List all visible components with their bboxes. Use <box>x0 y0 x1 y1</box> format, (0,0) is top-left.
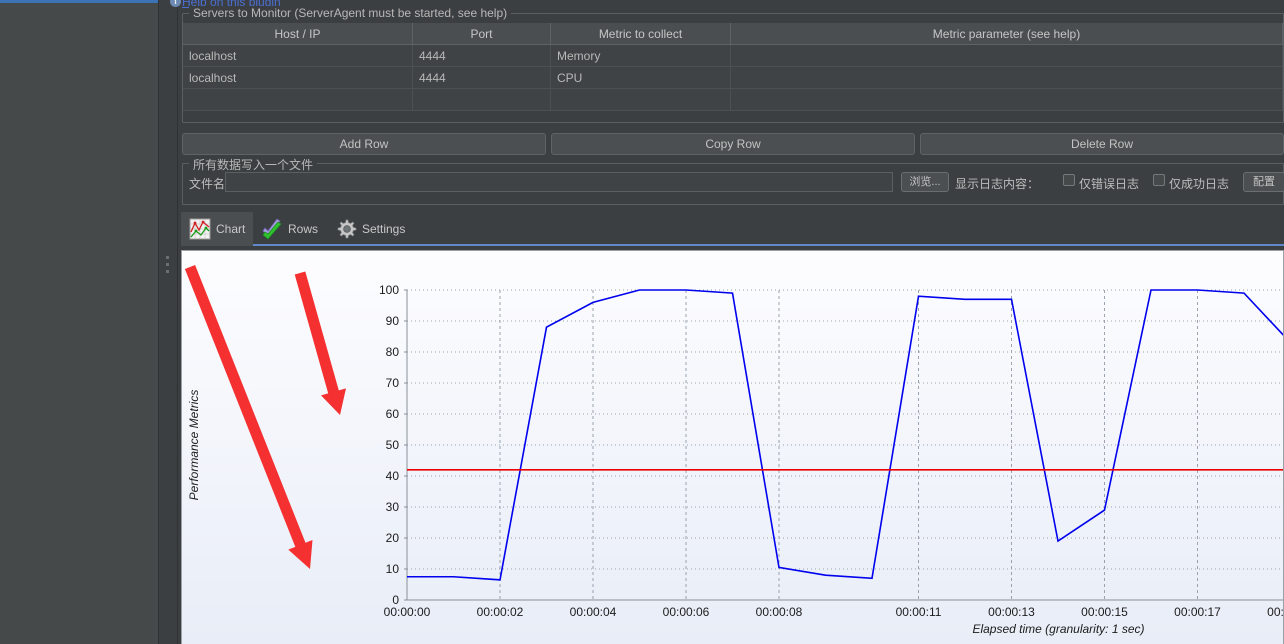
cell-metric[interactable]: CPU <box>551 67 731 89</box>
app-root: i Help on this plugin Servers to Monitor… <box>0 0 1284 644</box>
log-content-label: 显示日志内容： <box>955 177 1040 191</box>
table-row[interactable] <box>183 89 1283 111</box>
tree-content[interactable] <box>0 6 158 644</box>
tab-chart[interactable]: Chart <box>181 212 254 246</box>
cell-host[interactable] <box>183 89 413 111</box>
checkbox-errors-only-label: 仅错误日志 <box>1079 177 1140 191</box>
splitter-grip-icon <box>166 256 170 278</box>
servers-table[interactable]: Host / IP Port Metric to collect Metric … <box>183 23 1283 111</box>
file-group-title: 所有数据写入一个文件 <box>189 156 318 173</box>
chart-panel[interactable]: jmeter-plugins.org localhost CPU localho… <box>181 250 1284 644</box>
add-row-button[interactable]: Add Row <box>182 133 546 155</box>
svg-text:Performance Metrics: Performance Metrics <box>187 390 201 501</box>
servers-group-title: Servers to Monitor (ServerAgent must be … <box>189 6 512 20</box>
plugin-content: i Help on this plugin Servers to Monitor… <box>170 0 1284 644</box>
view-tabs: Chart Rows Settings <box>181 212 1284 246</box>
column-header-host[interactable]: Host / IP <box>183 23 413 45</box>
svg-text:00:00:08: 00:00:08 <box>756 605 803 619</box>
tab-settings-label: Settings <box>362 222 406 236</box>
chart-plot[interactable]: 010203040506070809010000:00:00 00:00:02 00… <box>182 251 1284 644</box>
svg-text:70: 70 <box>386 376 400 390</box>
svg-text:00:00:15: 00:00:15 <box>1081 605 1128 619</box>
cell-port[interactable] <box>413 89 551 111</box>
gear-icon <box>337 219 357 239</box>
svg-text:00:00:04: 00:00:04 <box>570 605 617 619</box>
svg-text:Elapsed time (granularity: 1 s: Elapsed time (granularity: 1 sec) <box>972 622 1144 636</box>
cell-metric-parameter[interactable] <box>731 67 1283 89</box>
cell-host[interactable]: localhost <box>183 67 413 89</box>
svg-text:10: 10 <box>386 562 400 576</box>
cell-host[interactable]: localhost <box>183 45 413 67</box>
cell-metric-parameter[interactable] <box>731 45 1283 67</box>
svg-text:50: 50 <box>386 438 400 452</box>
svg-text:00:00:17: 00:00:17 <box>1174 605 1221 619</box>
servers-to-monitor-group: Servers to Monitor (ServerAgent must be … <box>182 6 1284 123</box>
svg-text:00:00:19: 00:00:19 <box>1267 605 1284 619</box>
table-row[interactable]: localhost 4444 Memory <box>183 45 1283 67</box>
svg-text:100: 100 <box>379 283 399 297</box>
column-header-metric[interactable]: Metric to collect <box>551 23 731 45</box>
svg-text:90: 90 <box>386 314 400 328</box>
write-all-data-group: 所有数据写入一个文件 文件名 浏览... 显示日志内容： 仅错误日志 仅成功日志… <box>182 156 1284 205</box>
table-row[interactable]: localhost 4444 CPU <box>183 67 1283 89</box>
cell-metric[interactable]: Memory <box>551 45 731 67</box>
checkmark-icon <box>262 218 282 240</box>
svg-text:30: 30 <box>386 500 400 514</box>
browse-button[interactable]: 浏览... <box>901 172 949 192</box>
chart-icon <box>189 218 211 240</box>
svg-text:80: 80 <box>386 345 400 359</box>
column-header-metric-parameter[interactable]: Metric parameter (see help) <box>731 23 1283 45</box>
svg-text:00:00:13: 00:00:13 <box>988 605 1035 619</box>
row-actions-toolbar: Add Row Copy Row Delete Row <box>182 133 1284 155</box>
delete-row-button[interactable]: Delete Row <box>920 133 1284 155</box>
checkbox-success-only[interactable] <box>1153 174 1165 186</box>
checkbox-errors-only[interactable] <box>1063 174 1075 186</box>
tab-rows-label: Rows <box>288 222 319 236</box>
servers-table-header: Host / IP Port Metric to collect Metric … <box>183 23 1283 45</box>
tab-rows[interactable]: Rows <box>253 212 326 246</box>
svg-text:00:00:00: 00:00:00 <box>384 605 431 619</box>
svg-text:00:00:06: 00:00:06 <box>663 605 710 619</box>
panel-splitter[interactable] <box>158 0 178 644</box>
svg-text:00:00:11: 00:00:11 <box>896 605 942 619</box>
column-header-port[interactable]: Port <box>413 23 551 45</box>
cell-port[interactable]: 4444 <box>413 45 551 67</box>
cell-metric-parameter[interactable] <box>731 89 1283 111</box>
svg-text:60: 60 <box>386 407 400 421</box>
filename-input[interactable] <box>225 172 893 192</box>
tab-chart-label: Chart <box>216 222 246 236</box>
filename-label: 文件名 <box>189 177 226 191</box>
copy-row-button[interactable]: Copy Row <box>551 133 915 155</box>
svg-text:40: 40 <box>386 469 400 483</box>
test-plan-tree-panel[interactable] <box>0 0 158 644</box>
tab-settings[interactable]: Settings <box>327 212 413 246</box>
cell-metric[interactable] <box>551 89 731 111</box>
configure-button[interactable]: 配置 <box>1243 172 1284 192</box>
info-icon: i <box>170 0 181 7</box>
cell-port[interactable]: 4444 <box>413 67 551 89</box>
svg-text:20: 20 <box>386 531 400 545</box>
checkbox-success-only-label: 仅成功日志 <box>1169 177 1230 191</box>
svg-text:00:00:02: 00:00:02 <box>477 605 524 619</box>
